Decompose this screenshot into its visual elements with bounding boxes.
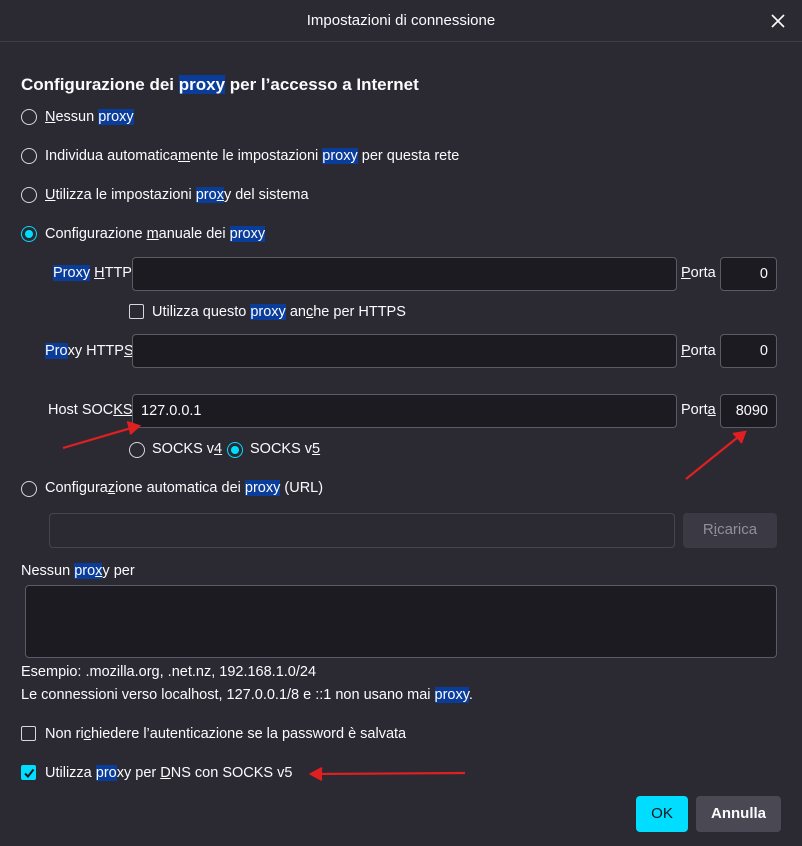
arrow-to-socks-port: [685, 430, 747, 480]
arrow-to-dns-checkbox: [308, 767, 466, 781]
arrow-to-socks-host: [62, 420, 142, 450]
annotation-arrows: [62, 420, 747, 781]
